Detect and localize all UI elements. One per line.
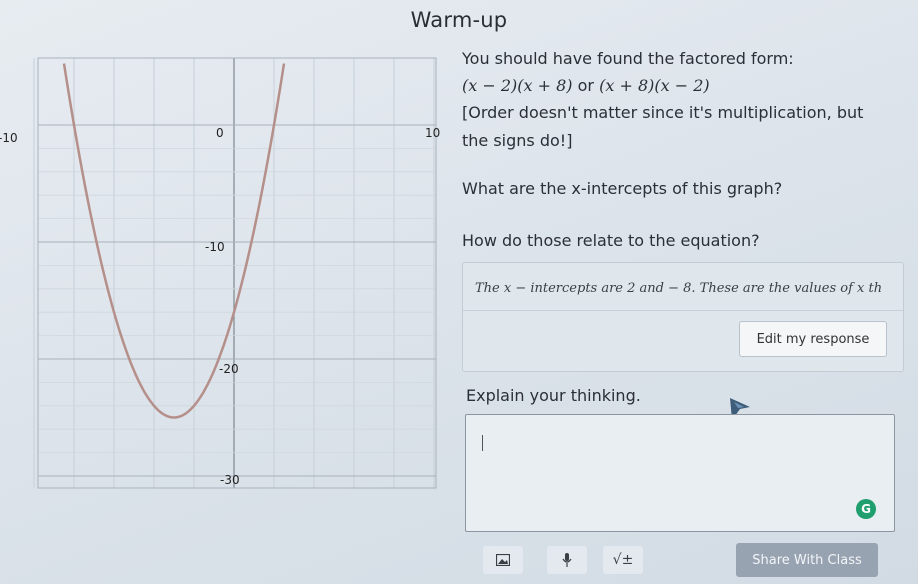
tick-label-y-neg30: -30: [220, 473, 240, 487]
parabola-graph: -10 0 10 -10 -20 -30: [0, 40, 445, 500]
grammar-check-icon[interactable]: G: [856, 499, 876, 519]
graph-svg: [33, 57, 437, 489]
student-response-text: The x − intercepts are 2 and − 8. These …: [475, 281, 883, 296]
microphone-icon: [562, 553, 572, 567]
response-divider: [463, 310, 903, 311]
graph-frame: [37, 57, 437, 489]
tick-label-x-neg10: -10: [0, 131, 18, 145]
student-response-card: The x − intercepts are 2 and − 8. These …: [462, 262, 904, 372]
tick-label-x-10: 10: [425, 126, 441, 140]
factored-form-b: (x + 8)(x − 2): [599, 76, 710, 95]
image-upload-button[interactable]: [483, 546, 523, 574]
question-x-intercepts: What are the x-intercepts of this graph?: [462, 179, 783, 198]
tick-label-x-zero: 0: [216, 126, 224, 140]
grid-lines: [33, 57, 437, 489]
question-relation: How do those relate to the equation?: [462, 231, 760, 250]
parabola-curve: [62, 63, 286, 419]
tick-label-y-neg10: -10: [205, 240, 225, 254]
microphone-button[interactable]: [547, 546, 587, 574]
page-title: Warm-up: [410, 8, 508, 32]
image-icon: [496, 554, 510, 566]
or-text: or: [577, 76, 594, 95]
text-caret: [482, 435, 483, 451]
explain-prompt: Explain your thinking.: [466, 386, 641, 405]
share-with-class-button[interactable]: Share With Class: [736, 543, 878, 577]
order-note-line1: [Order doesn't matter since it's multipl…: [462, 103, 864, 122]
factored-form-a: (x − 2)(x + 8): [462, 76, 573, 95]
order-note-line2: the signs do!]: [462, 131, 573, 150]
math-input-button[interactable]: √±: [603, 546, 643, 574]
instruction-panel: You should have found the factored form:…: [462, 42, 912, 252]
edit-response-button[interactable]: Edit my response: [739, 321, 887, 357]
explanation-textarea[interactable]: G: [465, 414, 895, 532]
tick-label-y-neg20: -20: [219, 362, 239, 376]
math-symbol-label: √±: [612, 552, 634, 568]
factored-form-intro: You should have found the factored form:: [462, 49, 794, 68]
factored-forms-line: (x − 2)(x + 8) or (x + 8)(x − 2): [462, 75, 912, 97]
